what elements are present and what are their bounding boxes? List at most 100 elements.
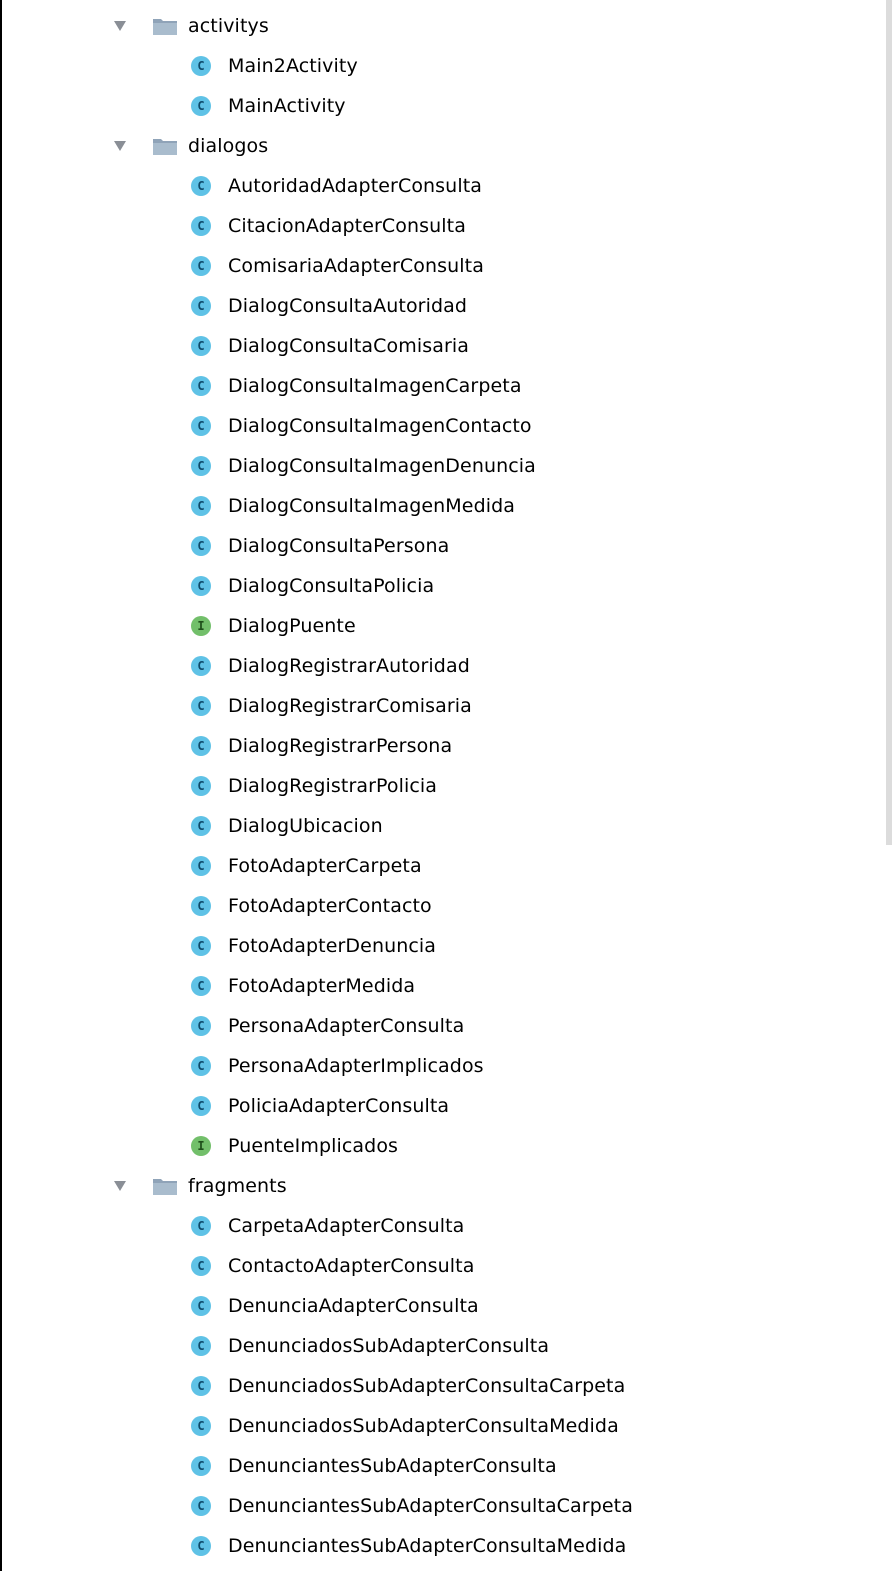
tree-item-label: DialogConsultaComisaria (228, 335, 470, 357)
class-icon: C (191, 1056, 211, 1076)
interface-icon: I (191, 1136, 211, 1156)
tree-item-MainActivity[interactable]: C MainActivity (2, 86, 882, 126)
tree-item-DialogRegistrarPolicia[interactable]: C DialogRegistrarPolicia (2, 766, 882, 806)
folder-label: fragments (188, 1175, 287, 1197)
tree-item-CarpetaAdapterConsulta[interactable]: C CarpetaAdapterConsulta (2, 1206, 882, 1246)
class-icon: C (191, 816, 211, 836)
class-icon: C (191, 1096, 211, 1116)
class-icon: C (191, 376, 211, 396)
tree-item-DialogConsultaComisaria[interactable]: C DialogConsultaComisaria (2, 326, 882, 366)
tree-item-DenunciantesSubAdapterConsulta[interactable]: C DenunciantesSubAdapterConsulta (2, 1446, 882, 1486)
tree-item-label: DialogConsultaImagenDenuncia (228, 455, 536, 477)
class-icon: C (191, 216, 211, 236)
tree-item-PuenteImplicados[interactable]: I PuenteImplicados (2, 1126, 882, 1166)
tree-item-label: DialogConsultaAutoridad (228, 295, 468, 317)
tree-item-label: DenunciantesSubAdapterConsultaCarpeta (228, 1495, 633, 1517)
tree-item-DialogConsultaImagenMedida[interactable]: C DialogConsultaImagenMedida (2, 486, 882, 526)
class-icon: C (191, 96, 211, 116)
tree-item-PoliciaAdapterConsulta[interactable]: C PoliciaAdapterConsulta (2, 1086, 882, 1126)
class-icon: C (191, 656, 211, 676)
tree-item-DenunciadosSubAdapterConsulta[interactable]: C DenunciadosSubAdapterConsulta (2, 1326, 882, 1366)
tree-item-label: FotoAdapterContacto (228, 895, 432, 917)
class-icon: C (191, 336, 211, 356)
tree-item-label: DenunciadosSubAdapterConsulta (228, 1335, 550, 1357)
tree-item-label: DenunciaAdapterConsulta (228, 1295, 479, 1317)
tree-item-DialogConsultaPersona[interactable]: C DialogConsultaPersona (2, 526, 882, 566)
tree-item-PersonaAdapterConsulta[interactable]: C PersonaAdapterConsulta (2, 1006, 882, 1046)
tree-item-FotoAdapterMedida[interactable]: C FotoAdapterMedida (2, 966, 882, 1006)
tree-item-label: ContactoAdapterConsulta (228, 1255, 475, 1277)
tree-item-DenunciantesSubAdapterConsultaMedida[interactable]: C DenunciantesSubAdapterConsultaMedida (2, 1526, 882, 1566)
tree-item-label: DialogRegistrarComisaria (228, 695, 472, 717)
tree-item-label: FotoAdapterMedida (228, 975, 416, 997)
tree-item-ComisariaAdapterConsulta[interactable]: C ComisariaAdapterConsulta (2, 246, 882, 286)
tree-item-FotoAdapterDenuncia[interactable]: C FotoAdapterDenuncia (2, 926, 882, 966)
tree-item-label: PuenteImplicados (228, 1135, 399, 1157)
tree-item-label: AutoridadAdapterConsulta (228, 175, 482, 197)
tree-item-label: DialogUbicacion (228, 815, 383, 837)
tree-item-AutoridadAdapterConsulta[interactable]: C AutoridadAdapterConsulta (2, 166, 882, 206)
class-icon: C (191, 1496, 211, 1516)
tree-item-DialogUbicacion[interactable]: C DialogUbicacion (2, 806, 882, 846)
tree-item-DialogConsultaPolicia[interactable]: C DialogConsultaPolicia (2, 566, 882, 606)
tree-item-label: DenunciantesSubAdapterConsultaMedida (228, 1535, 627, 1557)
class-icon: C (191, 296, 211, 316)
tree-item-DenunciadosSubAdapterConsultaCarpeta[interactable]: C DenunciadosSubAdapterConsultaCarpeta (2, 1366, 882, 1406)
tree-item-FotoAdapterContacto[interactable]: C FotoAdapterContacto (2, 886, 882, 926)
tree-item-label: DenunciadosSubAdapterConsultaMedida (228, 1415, 619, 1437)
class-icon: C (191, 696, 211, 716)
expand-arrow-icon[interactable] (114, 1181, 126, 1191)
class-icon: C (191, 1336, 211, 1356)
class-icon: C (191, 1296, 211, 1316)
tree-item-DialogConsultaImagenCarpeta[interactable]: C DialogConsultaImagenCarpeta (2, 366, 882, 406)
class-icon: C (191, 576, 211, 596)
tree-item-CitacionAdapterConsulta[interactable]: C CitacionAdapterConsulta (2, 206, 882, 246)
folder-icon (153, 1179, 177, 1195)
scrollbar-thumb[interactable] (886, 0, 892, 845)
tree-item-label: CarpetaAdapterConsulta (228, 1215, 465, 1237)
tree-item-PersonaAdapterImplicados[interactable]: C PersonaAdapterImplicados (2, 1046, 882, 1086)
tree-item-label: DenunciadosSubAdapterConsultaCarpeta (228, 1375, 626, 1397)
tree-item-label: FotoAdapterDenuncia (228, 935, 437, 957)
folder-row-activitys[interactable]: activitys (2, 6, 882, 46)
tree-item-DialogConsultaImagenDenuncia[interactable]: C DialogConsultaImagenDenuncia (2, 446, 882, 486)
tree-item-DialogRegistrarPersona[interactable]: C DialogRegistrarPersona (2, 726, 882, 766)
tree-item-label: CitacionAdapterConsulta (228, 215, 466, 237)
class-icon: C (191, 856, 211, 876)
tree-item-DialogConsultaImagenContacto[interactable]: C DialogConsultaImagenContacto (2, 406, 882, 446)
vertical-scrollbar[interactable] (884, 0, 894, 1571)
tree-item-label: DialogConsultaPolicia (228, 575, 435, 597)
tree-item-label: DialogRegistrarPolicia (228, 775, 438, 797)
tree-item-DenunciadosSubAdapterConsultaMedida[interactable]: C DenunciadosSubAdapterConsultaMedida (2, 1406, 882, 1446)
tree-item-label: DenunciantesSubAdapterConsulta (228, 1455, 557, 1477)
tree-item-Main2Activity[interactable]: C Main2Activity (2, 46, 882, 86)
class-icon: C (191, 896, 211, 916)
class-icon: C (191, 736, 211, 756)
expand-arrow-icon[interactable] (114, 141, 126, 151)
tree-item-DialogRegistrarAutoridad[interactable]: C DialogRegistrarAutoridad (2, 646, 882, 686)
class-icon: C (191, 1016, 211, 1036)
folder-row-fragments[interactable]: fragments (2, 1166, 882, 1206)
project-tree-panel: activitys C Main2Activity C MainActivity dial… (0, 0, 894, 1571)
tree-item-FotoAdapterCarpeta[interactable]: C FotoAdapterCarpeta (2, 846, 882, 886)
project-tree: activitys C Main2Activity C MainActivity dial… (2, 6, 882, 1566)
folder-icon (153, 139, 177, 155)
class-icon: C (191, 976, 211, 996)
tree-item-label: DialogConsultaImagenContacto (228, 415, 532, 437)
class-icon: C (191, 1376, 211, 1396)
tree-item-DenunciaAdapterConsulta[interactable]: C DenunciaAdapterConsulta (2, 1286, 882, 1326)
tree-item-DialogPuente[interactable]: I DialogPuente (2, 606, 882, 646)
tree-item-label: DialogConsultaImagenCarpeta (228, 375, 522, 397)
tree-item-DialogRegistrarComisaria[interactable]: C DialogRegistrarComisaria (2, 686, 882, 726)
class-icon: C (191, 176, 211, 196)
tree-item-label: MainActivity (228, 95, 346, 117)
folder-label: activitys (188, 15, 269, 37)
tree-item-label: DialogRegistrarAutoridad (228, 655, 470, 677)
folder-label: dialogos (188, 135, 269, 157)
tree-item-DenunciantesSubAdapterConsultaCarpeta[interactable]: C DenunciantesSubAdapterConsultaCarpeta (2, 1486, 882, 1526)
class-icon: C (191, 936, 211, 956)
tree-item-ContactoAdapterConsulta[interactable]: C ContactoAdapterConsulta (2, 1246, 882, 1286)
expand-arrow-icon[interactable] (114, 21, 126, 31)
tree-item-DialogConsultaAutoridad[interactable]: C DialogConsultaAutoridad (2, 286, 882, 326)
folder-row-dialogos[interactable]: dialogos (2, 126, 882, 166)
